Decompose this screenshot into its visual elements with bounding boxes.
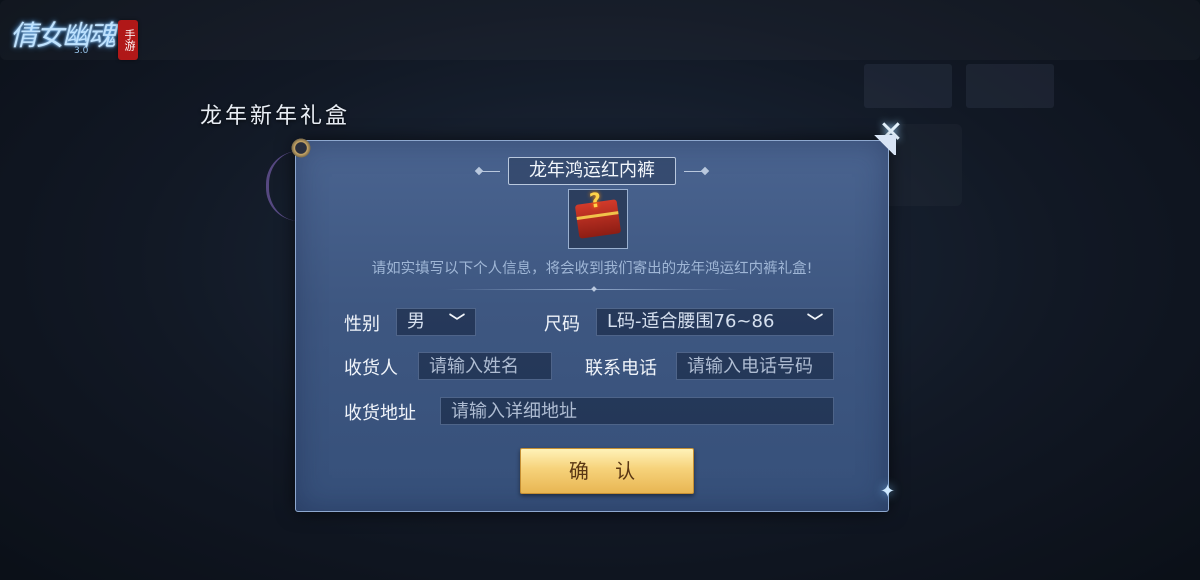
chevron-down-icon: ﹀ <box>448 312 465 331</box>
gender-label: 性别 <box>344 314 380 335</box>
gift-box-icon: ? <box>568 187 628 249</box>
gender-value: 男 <box>407 311 425 332</box>
logo-version: 3.0 <box>74 46 89 56</box>
phone-label: 联系电话 <box>585 358 657 379</box>
sparkle-icon: ✦ <box>880 481 896 502</box>
phone-number-input[interactable] <box>676 352 834 380</box>
divider-dot <box>591 286 597 292</box>
page-title: 龙年新年礼盒 <box>200 104 351 129</box>
dialog-title: 龙年鸿运红内裤 <box>508 157 676 185</box>
gender-select[interactable]: 男 ﹀ <box>396 308 476 336</box>
address-label: 收货地址 <box>344 403 416 424</box>
chevron-down-icon: ﹀ <box>806 312 823 331</box>
page-curl-decoration <box>868 135 896 155</box>
recipient-name-input[interactable] <box>418 352 552 380</box>
red-gift-box: ? <box>574 187 622 239</box>
corner-ornament <box>290 137 312 159</box>
mystery-question-mark: ? <box>587 187 603 213</box>
address-input[interactable] <box>440 397 834 425</box>
recipient-label: 收货人 <box>344 358 398 379</box>
dialog-header: 龙年鸿运红内裤 <box>296 157 888 185</box>
gift-form-dialog: 龙年鸿运红内裤 ? 请如实填写以下个人信息，将会收到我们寄出的龙年鸿运红内裤礼盒… <box>266 135 896 512</box>
header-diamond <box>700 166 710 176</box>
confirm-button[interactable]: 确 认 <box>520 448 694 494</box>
header-line <box>482 170 500 172</box>
size-label: 尺码 <box>544 314 580 335</box>
size-value: L码-适合腰围76~86 <box>607 311 775 332</box>
logo-text: 倩女幽魂 <box>10 19 116 52</box>
dialog-description: 请如实填写以下个人信息，将会收到我们寄出的龙年鸿运红内裤礼盒! <box>371 261 813 277</box>
header-line <box>684 170 702 172</box>
logo-seal: 手游 <box>118 20 139 60</box>
game-logo: 倩女幽魂 3.0 手游 <box>10 14 139 60</box>
divider <box>446 286 738 292</box>
size-select[interactable]: L码-适合腰围76~86 ﹀ <box>596 308 834 336</box>
